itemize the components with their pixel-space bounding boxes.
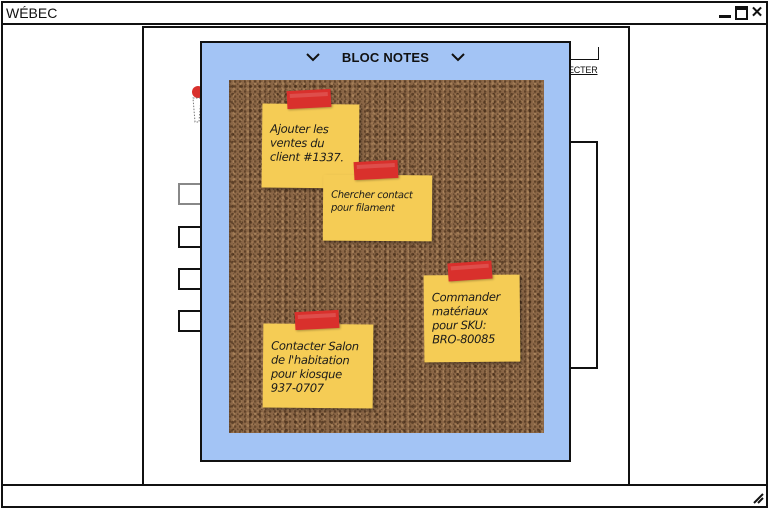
modal-title: BLOC NOTES — [341, 49, 430, 65]
minimize-icon[interactable] — [718, 6, 732, 20]
window-title: WÉBEC — [6, 5, 58, 21]
note-text: Chercher contact pour filament — [330, 189, 413, 215]
tape-icon — [286, 88, 332, 110]
sticky-note[interactable]: Chercher contact pour filament — [322, 174, 433, 242]
title-bar: WÉBEC ✕ — [3, 3, 766, 25]
sticky-note[interactable]: Contacter Salon de l'habitation pour kio… — [262, 323, 374, 409]
cork-board: Ajouter les ventes du client #1337. Cher… — [229, 80, 544, 433]
chevron-down-icon[interactable] — [449, 48, 467, 66]
chevron-down-icon[interactable] — [304, 48, 322, 66]
close-icon[interactable]: ✕ — [750, 5, 764, 20]
maximize-icon[interactable] — [735, 6, 748, 20]
sticky-note[interactable]: Commander matériaux pour SKU: BRO-80085 — [423, 274, 521, 363]
background-side-box — [568, 141, 598, 369]
tape-icon — [447, 260, 493, 282]
note-text: Commander matériaux pour SKU: BRO-80085 — [431, 289, 501, 347]
modal-header: BLOC NOTES — [202, 47, 569, 67]
note-text: Contacter Salon de l'habitation pour kio… — [270, 338, 359, 396]
tape-icon — [294, 309, 340, 331]
resize-grip-icon[interactable] — [752, 492, 764, 504]
note-text: Ajouter les ventes du client #1337. — [269, 121, 344, 165]
background-input — [570, 47, 599, 60]
tape-icon — [353, 159, 399, 181]
status-bar — [3, 484, 766, 506]
notes-modal: BLOC NOTES Ajouter les ventes du client … — [200, 41, 571, 462]
background-link: ECTER — [568, 65, 598, 75]
